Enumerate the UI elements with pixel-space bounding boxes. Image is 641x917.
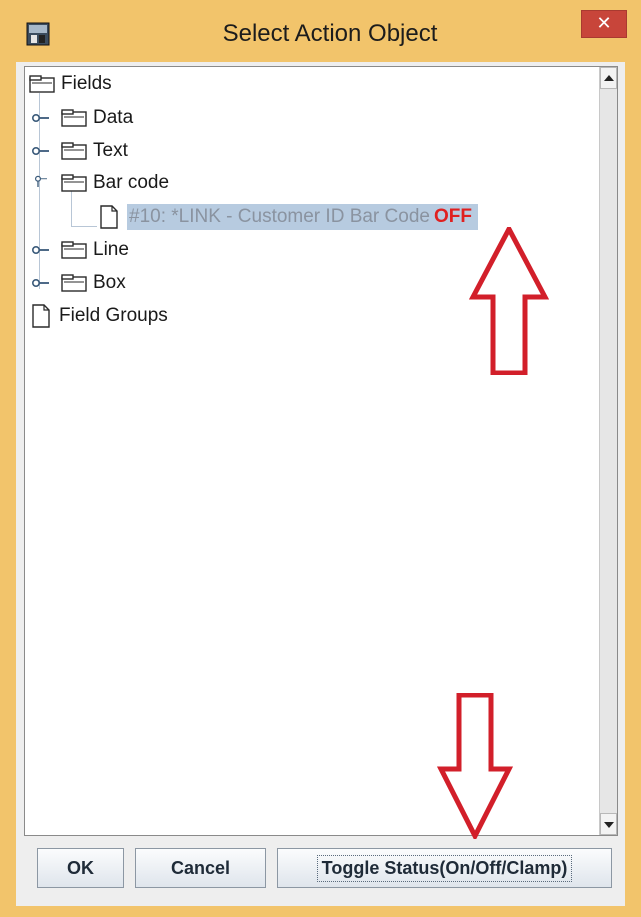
arrow-down-icon — [604, 822, 614, 828]
arrow-up-icon — [604, 75, 614, 81]
tree-view[interactable]: Fields Data Text Bar code #10: *LINK - C… — [24, 66, 618, 839]
close-icon: ✕ — [596, 13, 612, 34]
expand-handle-icon[interactable] — [31, 175, 51, 187]
vertical-scrollbar[interactable] — [599, 67, 617, 835]
cancel-button[interactable]: Cancel — [135, 848, 266, 888]
file-icon — [32, 304, 50, 328]
collapse-handle-icon[interactable] — [31, 145, 51, 157]
app-icon — [26, 22, 50, 46]
tree-node-barcode[interactable]: Bar code — [61, 168, 169, 198]
cancel-button-label: Cancel — [170, 857, 231, 878]
folder-icon — [61, 241, 87, 259]
tree-label-field-groups: Field Groups — [59, 305, 168, 326]
tree-node-fields[interactable]: Fields — [29, 69, 112, 99]
collapse-handle-icon[interactable] — [31, 277, 51, 289]
selected-item[interactable]: #10: *LINK - Customer ID Bar Code OFF — [127, 204, 478, 230]
tree-label-data: Data — [93, 107, 134, 128]
folder-icon — [61, 274, 87, 292]
tree-node-barcode-item[interactable]: #10: *LINK - Customer ID Bar Code OFF — [99, 202, 478, 232]
toggle-status-button[interactable]: Toggle Status(On/Off/Clamp) — [277, 848, 612, 888]
down-arrow-annotation-icon — [437, 693, 513, 839]
scroll-up-button[interactable] — [600, 67, 617, 89]
selected-item-label: #10: *LINK - Customer ID Bar Code — [129, 206, 430, 227]
tree-label-box: Box — [93, 272, 126, 293]
dialog-window: Select Action Object ✕ Fields Data Text … — [0, 0, 641, 917]
tree-node-field-groups[interactable]: Field Groups — [31, 301, 168, 331]
tree-label-line: Line — [93, 239, 129, 260]
status-badge: OFF — [433, 206, 472, 227]
tree-label-text: Text — [93, 140, 128, 161]
ok-button-label: OK — [67, 857, 94, 878]
up-arrow-annotation-icon — [469, 227, 549, 375]
tree-label-fields: Fields — [61, 73, 112, 94]
tree-node-line[interactable]: Line — [61, 235, 129, 265]
dialog-content: Fields Data Text Bar code #10: *LINK - C… — [16, 62, 625, 906]
folder-icon — [61, 174, 87, 192]
dialog-title: Select Action Object — [222, 20, 438, 47]
folder-icon — [61, 109, 87, 127]
toggle-status-label: Toggle Status(On/Off/Clamp) — [316, 854, 573, 882]
folder-icon — [61, 142, 87, 160]
file-icon — [100, 205, 118, 229]
tree-line-barcode-h — [71, 226, 97, 227]
tree-label-barcode: Bar code — [93, 172, 170, 193]
ok-button[interactable]: OK — [37, 848, 124, 888]
collapse-handle-icon[interactable] — [31, 244, 51, 256]
folder-icon — [29, 75, 55, 93]
scroll-down-button[interactable] — [600, 813, 617, 835]
close-button[interactable]: ✕ — [581, 10, 627, 38]
tree-node-data[interactable]: Data — [61, 103, 133, 133]
tree-node-box[interactable]: Box — [61, 268, 126, 298]
tree-node-text[interactable]: Text — [61, 136, 128, 166]
title-bar[interactable]: Select Action Object ✕ — [0, 0, 641, 62]
collapse-handle-icon[interactable] — [31, 112, 51, 124]
